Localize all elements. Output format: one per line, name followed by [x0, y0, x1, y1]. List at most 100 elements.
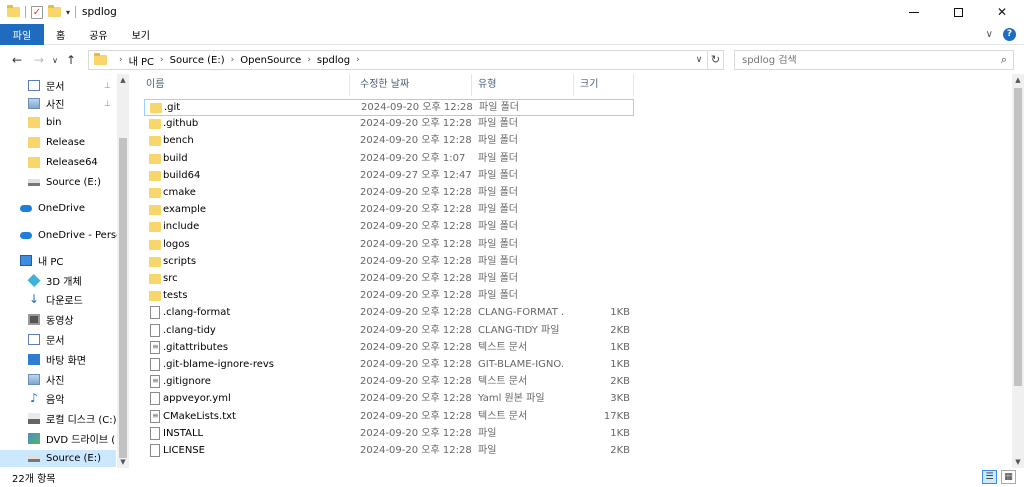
properties-icon[interactable]: ✓ — [31, 5, 43, 19]
large-icons-view-icon[interactable]: ▦ — [1001, 470, 1016, 484]
tab-file[interactable]: 파일 — [0, 23, 44, 45]
address-history-dropdown[interactable]: ∨ — [691, 51, 707, 69]
nav-item[interactable]: ♪ 음악 — [0, 390, 116, 407]
refresh-icon[interactable]: ↻ — [707, 51, 723, 69]
nav-item[interactable]: 사진 ⊥ — [0, 95, 116, 112]
nav-item[interactable]: Source (E:) — [0, 174, 116, 191]
file-row[interactable]: LICENSE 2024-09-20 오후 12:28 파일 2KB — [144, 443, 634, 460]
nav-item[interactable]: bin — [0, 114, 116, 131]
file-row[interactable]: .github 2024-09-20 오후 12:28 파일 폴더 — [144, 116, 634, 133]
scroll-up-icon[interactable]: ▲ — [1012, 76, 1024, 84]
file-row[interactable]: .git 2024-09-20 오후 12:28 파일 폴더 — [144, 99, 634, 116]
file-row[interactable]: .git-blame-ignore-revs 2024-09-20 오후 12:2… — [144, 357, 634, 374]
file-row[interactable]: build64 2024-09-27 오후 12:47 파일 폴더 — [144, 168, 634, 185]
file-row[interactable]: cmake 2024-09-20 오후 12:28 파일 폴더 — [144, 185, 634, 202]
search-box[interactable]: ⌕ — [734, 50, 1014, 70]
nav-item[interactable]: 바탕 화면 — [0, 351, 116, 368]
nav-item[interactable]: Source (E:) — [0, 450, 116, 467]
nav-item-label: OneDrive - Person — [38, 230, 129, 241]
nav-item[interactable]: 내 PC — [0, 252, 116, 269]
details-view-icon[interactable]: ☰ — [982, 470, 997, 484]
crumb-opensource[interactable]: OpenSource — [240, 55, 301, 66]
nav-item[interactable]: Release64 — [0, 154, 116, 171]
folder-icon — [150, 103, 162, 113]
file-row[interactable]: INSTALL 2024-09-20 오후 12:28 파일 1KB — [144, 426, 634, 443]
scroll-up-icon[interactable]: ▲ — [117, 76, 129, 84]
title-bar: ✓ ▾ spdlog ✕ — [0, 0, 1024, 24]
folder-icon — [7, 5, 20, 17]
chevron-right-icon[interactable]: › — [356, 55, 360, 65]
up-button[interactable]: ↑ — [62, 53, 80, 67]
column-date-modified[interactable]: 수정한 날짜 — [354, 74, 472, 96]
chevron-right-icon[interactable]: › — [160, 55, 164, 65]
file-row[interactable]: src 2024-09-20 오후 12:28 파일 폴더 — [144, 271, 634, 288]
help-icon[interactable]: ? — [1003, 28, 1016, 41]
column-name[interactable]: 이름 — [140, 74, 350, 96]
nav-item[interactable]: 동영상 — [0, 311, 116, 328]
file-row[interactable]: bench 2024-09-20 오후 12:28 파일 폴더 — [144, 133, 634, 150]
crumb-source-drive[interactable]: Source (E:) — [170, 55, 225, 66]
file-row[interactable]: .gitignore 2024-09-20 오후 12:28 텍스트 문서 2KB — [144, 373, 634, 391]
breadcrumb: › 내 PC › Source (E:) › OpenSource › spdl… — [113, 53, 366, 68]
search-icon[interactable]: ⌕ — [995, 53, 1013, 67]
file-row[interactable]: tests 2024-09-20 오후 12:28 파일 폴더 — [144, 288, 634, 305]
nav-item[interactable]: Release — [0, 134, 116, 151]
crumb-spdlog[interactable]: spdlog — [317, 55, 350, 66]
file-row[interactable]: appveyor.yml 2024-09-20 오후 12:28 Yaml 원본 파… — [144, 391, 634, 408]
file-row[interactable]: .gitattributes 2024-09-20 오후 12:28 텍스트 문서 1… — [144, 339, 634, 357]
forward-button[interactable]: → — [30, 53, 48, 67]
tab-view[interactable]: 보기 — [120, 24, 162, 45]
nav-item[interactable]: 문서 ⊥ — [0, 77, 116, 94]
file-row[interactable]: build 2024-09-20 오후 1:07 파일 폴더 — [144, 151, 634, 168]
file-row[interactable]: scripts 2024-09-20 오후 12:28 파일 폴더 — [144, 254, 634, 271]
nav-item[interactable]: 문서 — [0, 331, 116, 348]
back-button[interactable]: ← — [8, 53, 26, 67]
file-list-scrollbar[interactable]: ▲ ▼ — [1012, 74, 1024, 468]
search-input[interactable] — [735, 54, 995, 66]
nav-item[interactable]: 사진 — [0, 371, 116, 388]
scrollbar-thumb[interactable] — [1014, 88, 1022, 386]
nav-item-label: 문서 — [46, 82, 65, 93]
chevron-right-icon[interactable]: › — [231, 55, 235, 65]
scroll-down-icon[interactable]: ▼ — [117, 458, 129, 466]
file-row[interactable]: include 2024-09-20 오후 12:28 파일 폴더 — [144, 219, 634, 236]
nav-item[interactable]: DVD 드라이브 ( — [0, 430, 116, 447]
nav-item-label: DVD 드라이브 ( — [46, 435, 116, 446]
file-size: 2KB — [610, 376, 630, 388]
file-type: 파일 폴더 — [478, 204, 518, 216]
chevron-right-icon[interactable]: › — [119, 55, 123, 65]
nav-item[interactable]: OneDrive - Person — [0, 227, 129, 244]
maximize-button[interactable] — [936, 0, 980, 24]
file-row[interactable]: CMakeLists.txt 2024-09-20 오후 12:28 텍스트 문서 1… — [144, 408, 634, 426]
tab-home[interactable]: 홈 — [44, 24, 77, 45]
tab-share[interactable]: 공유 — [77, 24, 119, 45]
navigation-pane-scrollbar[interactable]: ▲ ▼ — [117, 74, 129, 468]
recent-locations-button[interactable]: ∨ — [48, 56, 62, 65]
expand-ribbon-icon[interactable]: ∨ — [986, 29, 993, 40]
scroll-down-icon[interactable]: ▼ — [1012, 458, 1024, 466]
column-size[interactable]: 크기 — [574, 74, 634, 96]
file-row[interactable]: example 2024-09-20 오후 12:28 파일 폴더 — [144, 202, 634, 219]
file-row[interactable]: logos 2024-09-20 오후 12:28 파일 폴더 — [144, 237, 634, 254]
close-button[interactable]: ✕ — [980, 0, 1024, 24]
folder-icon — [149, 170, 161, 181]
column-type[interactable]: 유형 — [472, 74, 574, 96]
download-icon: ↓ — [28, 292, 40, 306]
folder-icon — [149, 291, 161, 302]
customize-toolbar-icon[interactable]: ▾ — [66, 8, 70, 17]
scrollbar-thumb[interactable] — [119, 138, 127, 458]
nav-item[interactable]: ↓ 다운로드 — [0, 291, 116, 308]
file-row[interactable]: .clang-tidy 2024-09-20 오후 12:28 CLANG-TIDY… — [144, 323, 634, 340]
new-folder-icon[interactable] — [48, 5, 61, 17]
ribbon: 파일 홈 공유 보기 ∨ ? — [0, 23, 1024, 45]
column-header: ^ 이름 수정한 날짜 유형 크기 — [130, 74, 1012, 96]
folder-icon — [149, 205, 161, 216]
crumb-this-pc[interactable]: 내 PC — [129, 53, 154, 68]
nav-item[interactable]: 로컬 디스크 (C:) — [0, 410, 117, 427]
chevron-right-icon[interactable]: › — [307, 55, 311, 65]
file-row[interactable]: .clang-format 2024-09-20 오후 12:28 CLANG-FO… — [144, 305, 634, 322]
address-bar[interactable]: › 내 PC › Source (E:) › OpenSource › spdl… — [88, 50, 724, 70]
minimize-button[interactable] — [892, 0, 936, 24]
nav-item[interactable]: OneDrive — [0, 200, 116, 217]
nav-item[interactable]: 3D 개체 — [0, 272, 116, 289]
